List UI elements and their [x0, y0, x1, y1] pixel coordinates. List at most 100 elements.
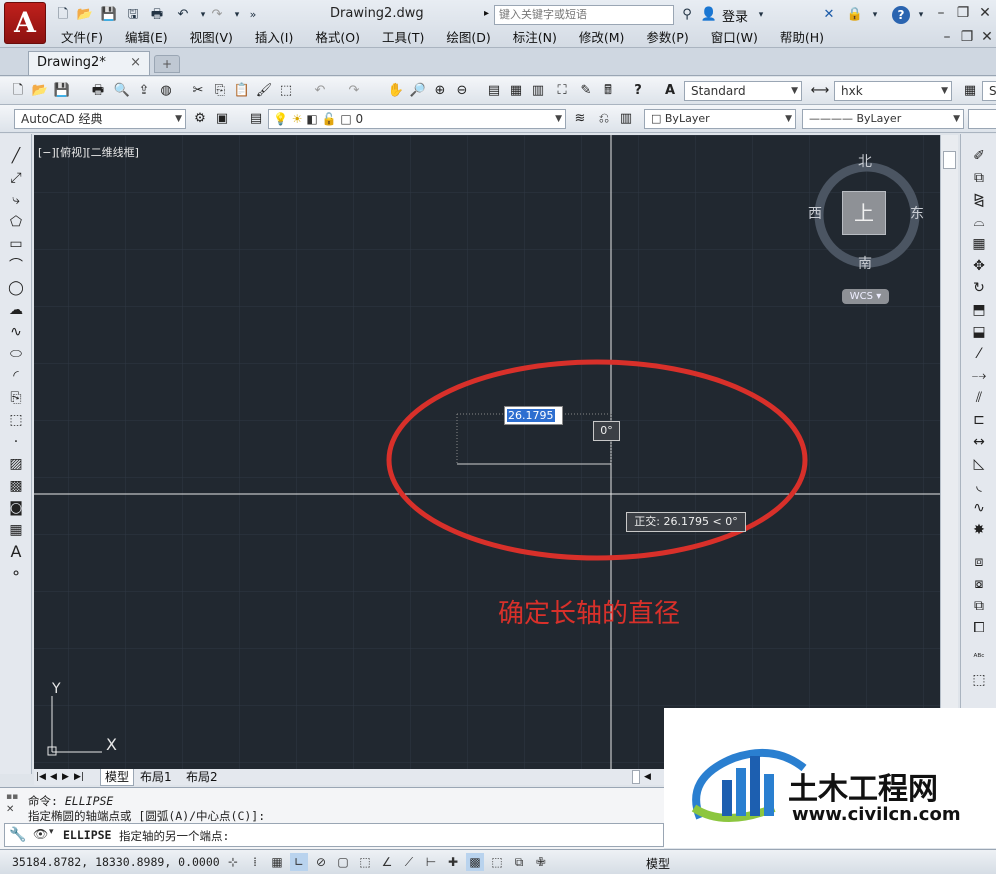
snap-mode-icon[interactable]: ⁞	[246, 853, 264, 871]
hatch-to-back-icon[interactable]: ⬚	[969, 670, 989, 690]
3d-print-icon[interactable]: ◍	[156, 81, 176, 101]
open-folder-icon[interactable]: 📂	[76, 6, 94, 24]
tab-close-icon[interactable]: ×	[130, 52, 141, 74]
lineweight-select[interactable]	[968, 109, 996, 129]
vertical-scrollbar[interactable]	[940, 135, 958, 769]
object-snap-tracking-icon[interactable]: ∠	[378, 853, 396, 871]
workspace-settings-icon[interactable]: ⚙	[190, 109, 210, 129]
quick-properties-icon[interactable]: ⬚	[488, 853, 506, 871]
doc-restore-icon[interactable]: ❐	[956, 28, 978, 46]
subscription-icon[interactable]: 🔒	[846, 6, 864, 24]
offset-icon[interactable]: ⌓	[969, 212, 989, 232]
revision-cloud-icon[interactable]: ☁	[6, 300, 26, 320]
menu-item[interactable]: 视图(V)	[179, 29, 244, 47]
help-dropdown-icon[interactable]: ▾	[912, 6, 930, 24]
tab-model[interactable]: 模型	[100, 769, 135, 786]
lineweight-icon[interactable]: ✚	[444, 853, 462, 871]
help-icon[interactable]: ?	[628, 81, 648, 101]
maximize-window-icon[interactable]: ❐	[952, 4, 974, 22]
tab-layout1[interactable]: 布局1	[140, 769, 172, 785]
menu-item[interactable]: 参数(P)	[635, 29, 699, 47]
menu-item[interactable]: 绘图(D)	[435, 29, 501, 47]
scale-icon[interactable]: ⬒	[969, 300, 989, 320]
grid-display-icon[interactable]: ▦	[268, 853, 286, 871]
undo-icon[interactable]: ↶	[174, 6, 192, 24]
zoom-realtime-icon[interactable]: 🔎	[408, 81, 428, 101]
table-style-select[interactable]: S	[982, 81, 996, 101]
circle-icon[interactable]: ◯	[6, 278, 26, 298]
open-icon[interactable]: 📂	[30, 81, 50, 101]
model-space-toggle[interactable]: 模型	[646, 855, 670, 872]
transparency-icon[interactable]: ▩	[466, 853, 484, 871]
workspace-switch-icon[interactable]: ▣	[212, 109, 232, 129]
login-dropdown-icon[interactable]: ▾	[752, 6, 770, 24]
table-icon[interactable]: ▦	[6, 520, 26, 540]
point-icon[interactable]: ·	[6, 432, 26, 452]
polar-tracking-icon[interactable]: ⊘	[312, 853, 330, 871]
login-link[interactable]: 登录	[722, 6, 748, 25]
ellipse-arc-icon[interactable]: ◜	[6, 366, 26, 386]
new-icon[interactable]: 🗋	[8, 81, 28, 101]
construction-line-icon[interactable]: ⤢	[6, 168, 26, 188]
new-tab-button[interactable]: +	[154, 55, 180, 73]
markup-icon[interactable]: ✎	[576, 81, 596, 101]
text-to-front-icon[interactable]: ᴬᴮᶜ	[969, 648, 989, 668]
match-properties-icon[interactable]: 🖌	[254, 81, 274, 101]
user-icon[interactable]: 👤	[700, 6, 718, 24]
array-icon[interactable]: ▦	[969, 234, 989, 254]
doc-minimize-icon[interactable]: –	[936, 28, 958, 46]
last-layout-icon[interactable]: ▶|	[74, 769, 84, 785]
menu-item[interactable]: 窗口(W)	[700, 29, 769, 47]
join-icon[interactable]: ↔	[969, 432, 989, 452]
workspace-select[interactable]: AutoCAD 经典 ▼	[14, 109, 186, 129]
cut-icon[interactable]: ✂	[188, 81, 208, 101]
linetype-select[interactable]: ———— ByLayer ▼	[802, 109, 964, 129]
menu-item[interactable]: 帮助(H)	[769, 29, 835, 47]
menu-item[interactable]: 标注(N)	[502, 29, 568, 47]
layer-state-icon[interactable]: ▥	[616, 109, 636, 129]
wcs-menu-button[interactable]: WCS ▾	[842, 289, 889, 304]
application-menu-button[interactable]: A	[4, 2, 46, 44]
menu-item[interactable]: 修改(M)	[568, 29, 636, 47]
search-input[interactable]: 键入关键字或短语	[494, 5, 674, 25]
break-at-point-icon[interactable]: ⫽	[969, 388, 989, 408]
rotate-icon[interactable]: ↻	[969, 278, 989, 298]
send-under-icon[interactable]: ⧠	[969, 618, 989, 638]
drawing-viewport[interactable]: [−][俯视][二维线框] 上 北 南 西 东 WCS ▾ 26.1795 0°…	[34, 135, 940, 769]
layer-properties-icon[interactable]: ▤	[246, 109, 266, 129]
draw-order-back-icon[interactable]: ⧇	[969, 574, 989, 594]
layer-select[interactable]: 💡 ☀ ◧ 🔓 □ 0 ▼	[268, 109, 566, 129]
viewcube-west[interactable]: 西	[808, 203, 822, 223]
stretch-icon[interactable]: ⬓	[969, 322, 989, 342]
doc-close-icon[interactable]: ✕	[976, 28, 996, 46]
command-line-input[interactable]: 🔧 👁 ▾ ELLIPSE 指定轴的另一个端点:	[4, 823, 664, 847]
bring-above-icon[interactable]: ⧉	[969, 596, 989, 616]
tab-drawing2[interactable]: Drawing2* ×	[28, 51, 150, 75]
annotation-monitor-icon[interactable]: ✙	[532, 853, 550, 871]
rectangle-icon[interactable]: ▭	[6, 234, 26, 254]
recent-dropdown-icon[interactable]: ▾	[49, 827, 54, 837]
dim-style-select[interactable]: hxk ▼	[834, 81, 952, 101]
erase-icon[interactable]: ✐	[969, 146, 989, 166]
table-style-icon[interactable]: ▦	[960, 81, 980, 101]
block-editor-icon[interactable]: ⬚	[276, 81, 296, 101]
horizontal-scrollbar-thumb[interactable]	[632, 770, 640, 784]
next-layout-icon[interactable]: ▶	[62, 769, 69, 785]
region-icon[interactable]: ◙	[6, 498, 26, 518]
scroll-left-icon[interactable]: ◀	[644, 769, 651, 785]
print-icon[interactable]: 🖶	[148, 6, 166, 24]
menu-item[interactable]: 文件(F)	[50, 29, 114, 47]
multiline-text-icon[interactable]: A	[6, 542, 26, 562]
properties-icon[interactable]: ▤	[484, 81, 504, 101]
scrollbar-thumb[interactable]	[943, 151, 956, 169]
viewcube-north[interactable]: 北	[858, 151, 872, 171]
arc-icon[interactable]: ⌒	[6, 256, 26, 276]
extend-icon[interactable]: ⤍	[969, 366, 989, 386]
exchange-icon[interactable]: ✕	[820, 6, 838, 24]
redo-icon[interactable]: ↷	[344, 81, 364, 101]
command-window-grip-icon[interactable]: ▪▪	[6, 792, 18, 802]
save-as-icon[interactable]: 🖫	[124, 6, 142, 24]
layer-previous-icon[interactable]: ⎌	[594, 109, 614, 129]
design-center-icon[interactable]: ▦	[506, 81, 526, 101]
redo-icon[interactable]: ↷	[208, 6, 226, 24]
